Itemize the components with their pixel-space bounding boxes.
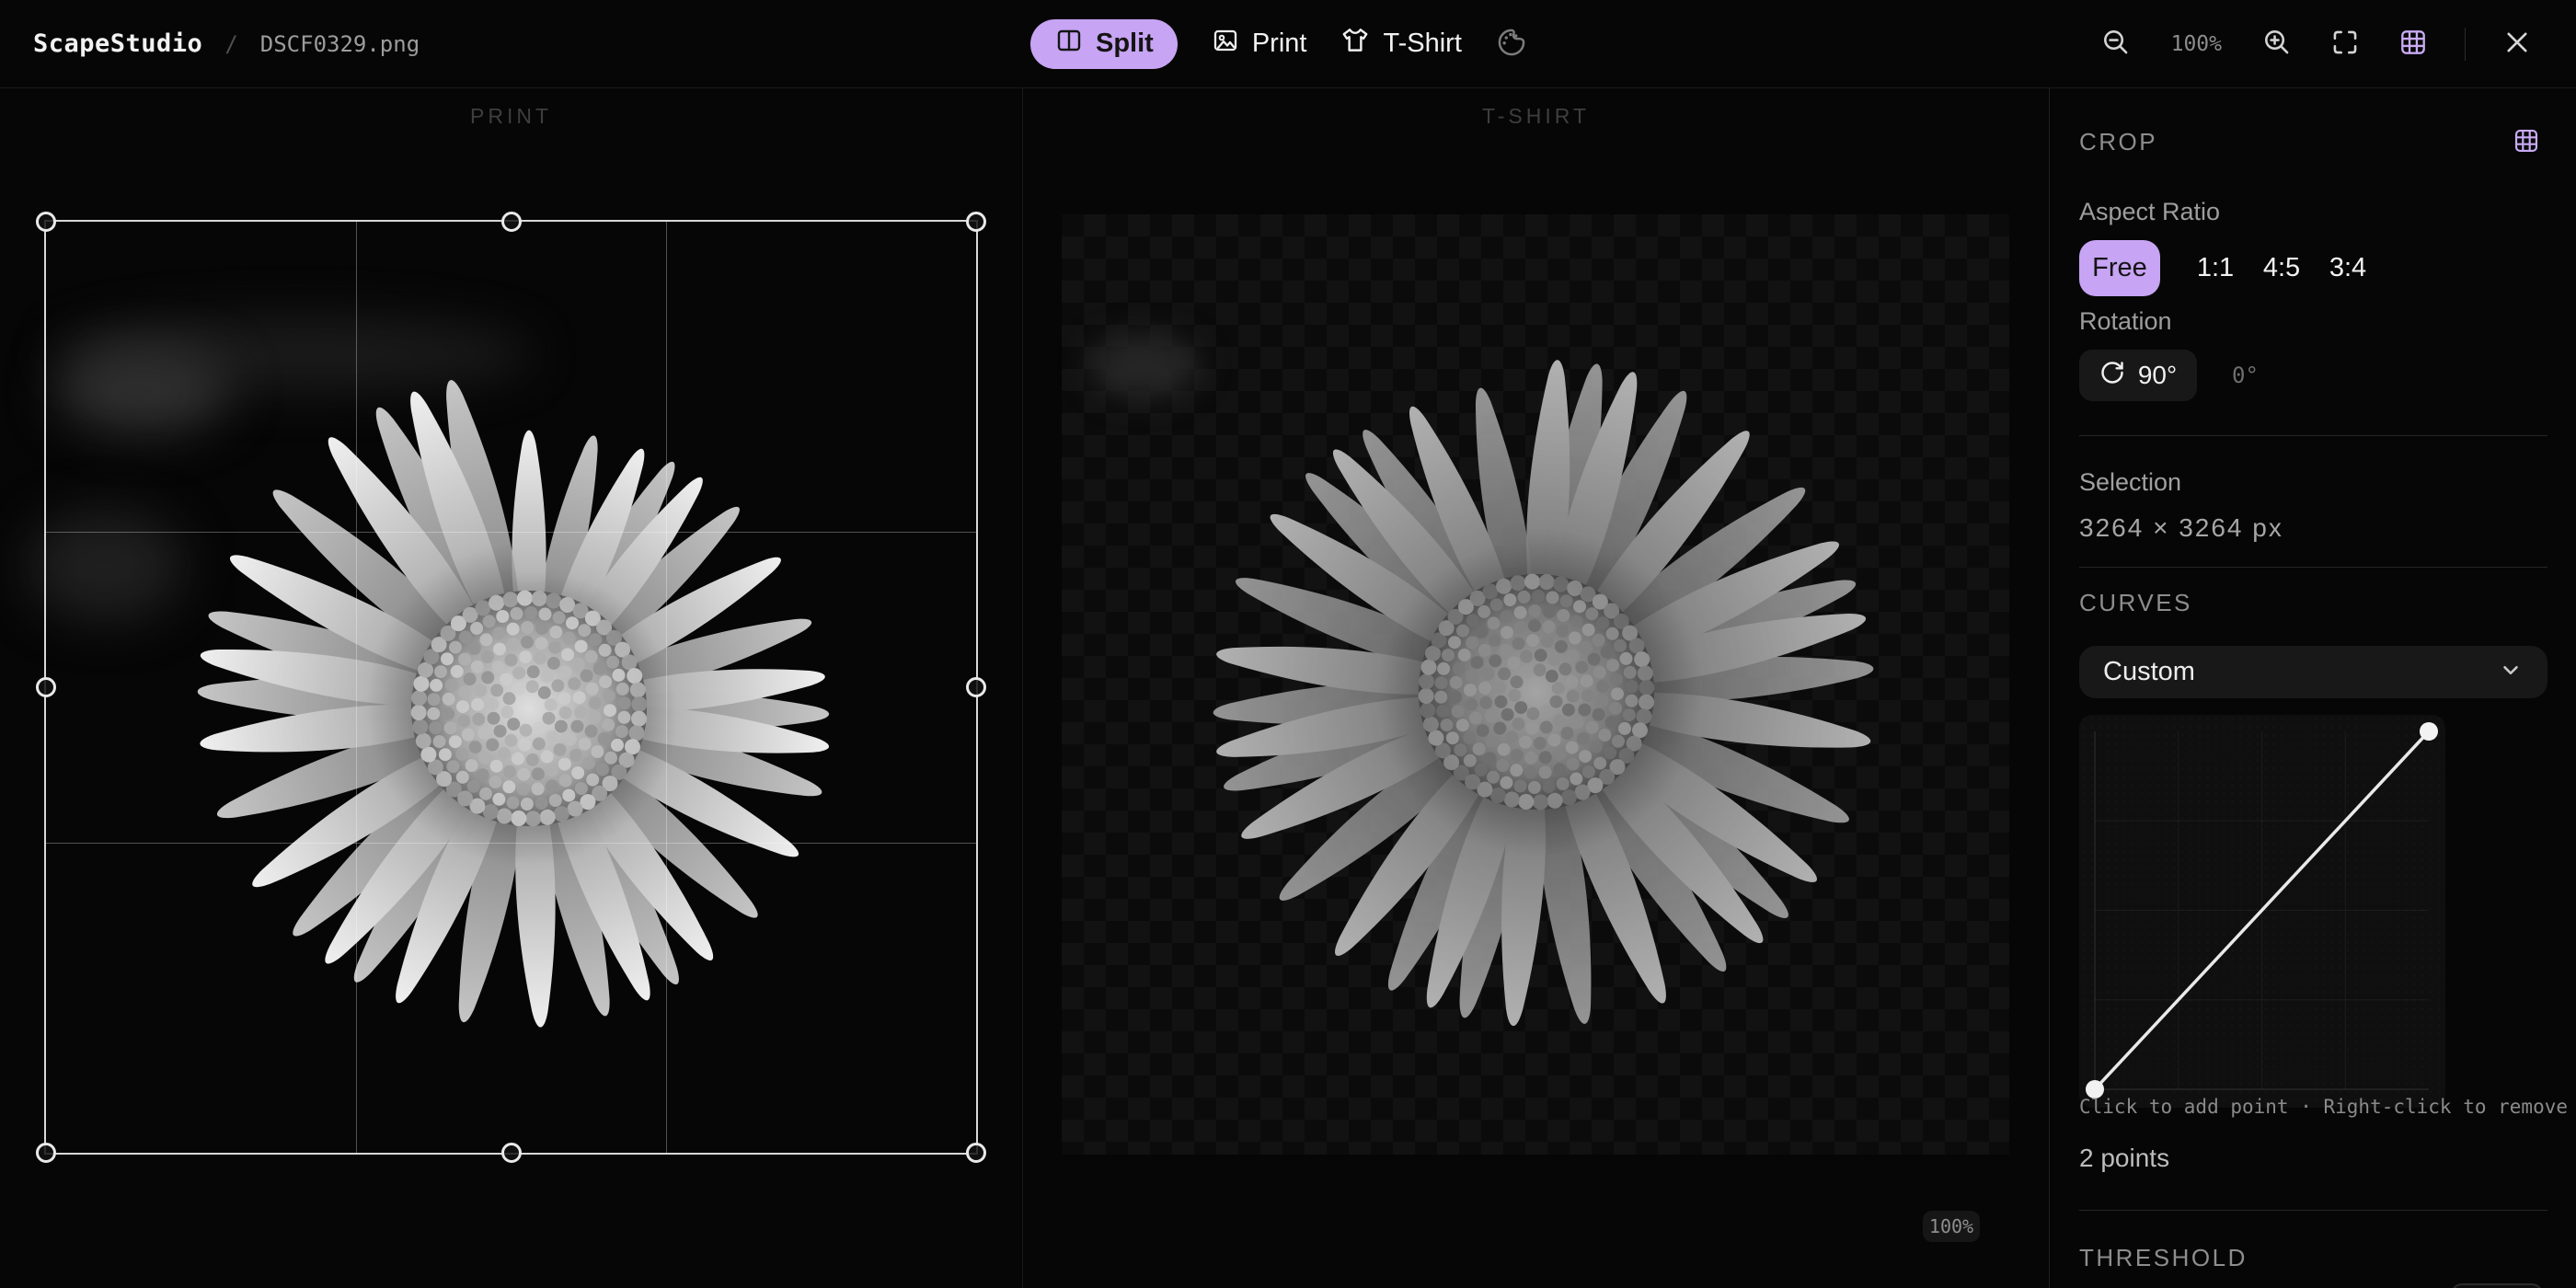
curves-section-title: CURVES [2079,589,2192,617]
breadcrumb: ScapeStudio / DSCF0329.png [33,0,420,87]
ratio-3-4-button[interactable]: 3:4 [2315,253,2381,283]
close-icon [2503,29,2531,59]
chevron-down-icon [2498,657,2524,687]
rotate-90-button[interactable]: 90° [2079,350,2197,401]
threshold-section-title: THRESHOLD [2079,1244,2248,1272]
breadcrumb-separator: / [224,31,237,57]
selection-dimensions: 3264 × 3264 px [2079,513,2283,543]
rotation-controls: 90° 0° [2079,350,2259,401]
fullscreen-button[interactable] [2329,28,2362,61]
view-switcher: Split Print T-Shirt [1030,0,1528,87]
app-logo: ScapeStudio [33,29,202,58]
crop-section-title: CROP [2079,128,2157,156]
curves-hint: Click to add point · Right-click to remo… [2079,1096,2568,1118]
tshirt-icon [1340,25,1371,63]
rotate-cw-icon [2099,360,2125,392]
ratio-free-button[interactable]: Free [2079,240,2160,296]
print-preview-panel: PRINT [0,87,1022,1288]
rotation-value: 0° [2232,362,2259,388]
grid-icon [2513,127,2540,157]
ratio-4-5-button[interactable]: 4:5 [2248,253,2315,283]
zoom-out-icon [2101,28,2131,60]
crop-handle-bottom-center[interactable] [501,1143,522,1163]
aspect-ratio-label: Aspect Ratio [2079,198,2220,226]
crop-handle-bottom-right[interactable] [966,1143,986,1163]
tshirt-panel-label: T-SHIRT [1023,104,2049,129]
crop-handle-top-left[interactable] [36,212,56,232]
palette-icon [1496,27,1527,61]
selection-label: Selection [2079,468,2181,497]
view-split-label: Split [1096,29,1154,59]
zoom-out-button[interactable] [2099,28,2133,61]
settings-sidebar: CROP Aspect Ratio Free 1:1 4:5 3:4 Rotat… [2049,87,2576,1288]
crop-selection-box[interactable] [44,220,978,1155]
zoom-level: 100% [2171,32,2222,56]
curves-graph [2079,715,2445,1108]
crop-handle-bottom-left[interactable] [36,1143,56,1163]
close-button[interactable] [2501,28,2534,61]
zoom-in-icon [2262,28,2292,60]
tshirt-zoom-badge: 100% [1923,1211,1980,1242]
curves-preset-value: Custom [2103,657,2195,687]
view-print-label: Print [1252,29,1307,59]
tshirt-preview-panel: T-SHIRT 100% [1023,87,2049,1288]
crop-grid-line [356,222,357,1153]
topbar-separator [2465,28,2466,61]
threshold-control-cutoff[interactable] [2451,1283,2543,1288]
grid-icon [2398,28,2428,60]
curves-editor[interactable] [2079,715,2445,1108]
crop-section-header: CROP [2079,128,2540,156]
crop-grid-line [46,843,976,844]
image-icon [1211,26,1240,63]
threshold-section-header: THRESHOLD [2079,1244,2540,1272]
grid-toggle-button[interactable] [2397,28,2430,61]
curves-preset-select[interactable]: Custom [2079,646,2547,698]
tshirt-photo-daisy [1122,278,1950,1106]
crop-handle-mid-left[interactable] [36,677,56,697]
crop-grid-toggle-button[interactable] [2513,129,2540,156]
view-tshirt-button[interactable]: T-Shirt [1340,19,1461,69]
crop-handle-mid-right[interactable] [966,677,986,697]
crop-grid-line [46,532,976,533]
crop-handle-top-center[interactable] [501,212,522,232]
view-split-button[interactable]: Split [1030,19,1178,69]
topbar: ScapeStudio / DSCF0329.png Split Print [0,0,2576,88]
curves-points-count: 2 points [2079,1144,2169,1173]
open-filename: DSCF0329.png [260,31,420,57]
fullscreen-icon [2330,28,2360,60]
rotation-label: Rotation [2079,307,2172,336]
view-print-button[interactable]: Print [1211,19,1307,69]
curves-section-header: CURVES [2079,589,2540,617]
section-divider [2079,1210,2547,1211]
aspect-ratio-options: Free 1:1 4:5 3:4 [2079,240,2381,296]
view-tshirt-label: T-Shirt [1383,29,1461,59]
transparency-checkerboard [1062,214,2009,1155]
crop-grid-line [666,222,667,1153]
app-root: ScapeStudio / DSCF0329.png Split Print [0,0,2576,1288]
print-panel-label: PRINT [0,104,1022,129]
ratio-1-1-button[interactable]: 1:1 [2182,253,2248,283]
palette-button[interactable] [1495,28,1528,61]
canvas-zoom-controls: 100% [2099,0,2534,87]
rotate-90-label: 90° [2138,361,2177,390]
split-view-icon [1054,26,1084,63]
section-divider [2079,567,2547,568]
crop-handle-top-right[interactable] [966,212,986,232]
section-divider [2079,435,2547,436]
zoom-in-button[interactable] [2260,28,2294,61]
